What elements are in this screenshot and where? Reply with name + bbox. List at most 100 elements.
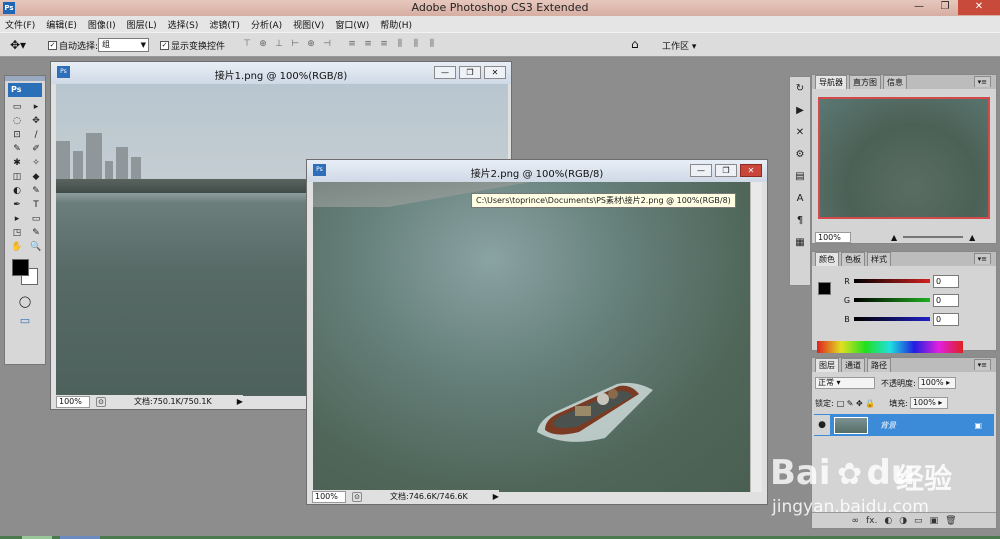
align-top-icon[interactable]: ⊤ — [240, 39, 254, 51]
menu-edit[interactable]: 编辑(E) — [46, 18, 77, 31]
blend-mode-dropdown[interactable]: 正常 ▾ — [815, 377, 875, 389]
menu-filter[interactable]: 滤镜(T) — [209, 18, 240, 31]
menu-help[interactable]: 帮助(H) — [380, 18, 412, 31]
opacity-field[interactable]: 100% ▸ — [917, 377, 956, 389]
layer-row-background[interactable]: ● 背景 ▣ — [814, 414, 994, 436]
panel-menu-icon[interactable]: ▾≡ — [973, 359, 991, 370]
zoom-tool-icon[interactable]: 🔍 — [27, 241, 45, 253]
maximize-button[interactable]: ❐ — [932, 0, 958, 15]
doc2-maximize-button[interactable]: ❐ — [715, 164, 737, 177]
panel-menu-icon[interactable]: ▾≡ — [973, 76, 991, 87]
crop-tool-icon[interactable]: ⊡ — [8, 129, 26, 141]
document-2-scrollbar[interactable] — [750, 182, 762, 492]
notes-tool-icon[interactable]: ◳ — [8, 227, 26, 239]
close-button[interactable]: ✕ — [958, 0, 1000, 15]
status-menu-arrow-icon[interactable]: ▶ — [237, 397, 243, 406]
align-vcenter-icon[interactable]: ⊕ — [256, 39, 270, 51]
eyedropper-tool-icon[interactable]: ✎ — [27, 227, 45, 239]
eraser-tool-icon[interactable]: ◫ — [8, 171, 26, 183]
channel-r-slider[interactable] — [854, 279, 930, 283]
panel-menu-icon[interactable]: ▾≡ — [973, 253, 991, 264]
history-brush-tool-icon[interactable]: ✧ — [27, 157, 45, 169]
zoom-out-icon[interactable]: ▲ — [891, 233, 897, 242]
channel-r-value[interactable]: 0 — [933, 274, 959, 288]
eye-icon[interactable]: ● — [814, 415, 830, 435]
pen-tool-icon[interactable]: ✒ — [8, 199, 26, 211]
tab-styles[interactable]: 样式 — [867, 252, 891, 266]
brushes-panel-icon[interactable]: ⚙ — [790, 145, 810, 165]
character-panel-icon[interactable]: A — [790, 189, 810, 209]
type-tool-icon[interactable]: T — [27, 199, 45, 211]
menu-view[interactable]: 视图(V) — [293, 18, 324, 31]
tab-channels[interactable]: 通道 — [841, 358, 865, 372]
foreground-color-swatch[interactable] — [12, 259, 29, 276]
healing-brush-tool-icon[interactable]: ✎ — [8, 143, 26, 155]
minimize-button[interactable]: — — [906, 0, 932, 15]
distribute-top-icon[interactable]: ≡ — [345, 39, 359, 51]
document-window-2[interactable]: Ps 接片2.png @ 100%(RGB/8) — ❐ ✕ 100% ⊙ 文档… — [306, 159, 768, 505]
menu-layer[interactable]: 图层(L) — [127, 18, 157, 31]
distribute-bottom-icon[interactable]: ≡ — [377, 39, 391, 51]
navigator-zoom-field[interactable]: 100% — [815, 231, 851, 243]
doc1-minimize-button[interactable]: — — [434, 66, 456, 79]
panel-grip[interactable] — [5, 76, 45, 81]
gradient-tool-icon[interactable]: ◆ — [27, 171, 45, 183]
history-panel-icon[interactable]: ↻ — [790, 79, 810, 99]
screen-mode-icon[interactable]: ▭ — [5, 314, 45, 327]
menu-window[interactable]: 窗口(W) — [335, 18, 369, 31]
slice-tool-icon[interactable]: ∕ — [27, 129, 45, 141]
doc2-zoom-field[interactable]: 100% — [312, 490, 346, 503]
actions-panel-icon[interactable]: ▶ — [790, 101, 810, 121]
auto-select-checkbox[interactable]: ✓ 自动选择: — [48, 39, 98, 52]
layer-comps-panel-icon[interactable]: ▦ — [790, 233, 810, 253]
align-hcenter-icon[interactable]: ⊕ — [304, 39, 318, 51]
shape-tool-icon[interactable]: ▭ — [27, 213, 45, 225]
clone-source-panel-icon[interactable]: ▤ — [790, 167, 810, 187]
fill-field[interactable]: 100% ▸ — [909, 397, 948, 409]
distribute-hcenter-icon[interactable]: ⫼ — [409, 39, 423, 51]
channel-g-value[interactable]: 0 — [933, 293, 959, 307]
doc1-maximize-button[interactable]: ❐ — [459, 66, 481, 79]
document-1-title-bar[interactable]: Ps 接片1.png @ 100%(RGB/8) — ❐ ✕ — [51, 62, 511, 84]
marquee-tool-icon[interactable]: ▭ — [8, 101, 26, 113]
tab-swatches[interactable]: 色板 — [841, 252, 865, 266]
doc1-zoom-field[interactable]: 100% — [56, 395, 90, 408]
zoom-in-icon[interactable]: ▲ — [969, 233, 975, 242]
distribute-vcenter-icon[interactable]: ≡ — [361, 39, 375, 51]
tab-color[interactable]: 颜色 — [815, 252, 839, 266]
auto-select-dropdown[interactable]: 组 ▼ — [98, 38, 149, 52]
menu-image[interactable]: 图像(I) — [88, 18, 116, 31]
navigator-zoom-slider[interactable] — [903, 236, 964, 238]
brush-tool-icon[interactable]: ✐ — [27, 143, 45, 155]
lock-buttons[interactable]: □ ✎ ✥ 🔒 — [837, 399, 876, 408]
document-info-icon[interactable]: ⊙ — [352, 491, 362, 502]
lasso-tool-icon[interactable]: ◌ — [8, 115, 26, 127]
bridge-icon[interactable]: ⌂ — [631, 37, 639, 51]
tool-presets-panel-icon[interactable]: ✕ — [790, 123, 810, 143]
tab-paths[interactable]: 路径 — [867, 358, 891, 372]
align-left-icon[interactable]: ⊢ — [288, 39, 302, 51]
move-tool-icon[interactable]: ▸ — [27, 101, 45, 113]
menu-analysis[interactable]: 分析(A) — [251, 18, 282, 31]
channel-b-slider[interactable] — [854, 317, 930, 321]
blur-tool-icon[interactable]: ◐ — [8, 185, 26, 197]
dodge-tool-icon[interactable]: ✎ — [27, 185, 45, 197]
doc2-close-button[interactable]: ✕ — [740, 164, 762, 177]
align-right-icon[interactable]: ⊣ — [320, 39, 334, 51]
magic-wand-tool-icon[interactable]: ✥ — [27, 115, 45, 127]
paragraph-panel-icon[interactable]: ¶ — [790, 211, 810, 231]
tab-info[interactable]: 信息 — [883, 75, 907, 89]
show-transform-checkbox[interactable]: ✓ 显示变换控件 — [160, 39, 225, 52]
doc2-minimize-button[interactable]: — — [690, 164, 712, 177]
document-info-icon[interactable]: ⊙ — [96, 396, 106, 407]
hand-tool-icon[interactable]: ✋ — [8, 241, 26, 253]
clone-stamp-tool-icon[interactable]: ✱ — [8, 157, 26, 169]
align-bottom-icon[interactable]: ⊥ — [272, 39, 286, 51]
path-selection-tool-icon[interactable]: ▸ — [8, 213, 26, 225]
tab-navigator[interactable]: 导航器 — [815, 75, 847, 89]
document-2-canvas[interactable] — [313, 182, 757, 492]
distribute-right-icon[interactable]: ⫼ — [425, 39, 439, 51]
navigator-thumbnail[interactable] — [818, 97, 990, 219]
channel-b-value[interactable]: 0 — [933, 312, 959, 326]
menu-select[interactable]: 选择(S) — [168, 18, 199, 31]
